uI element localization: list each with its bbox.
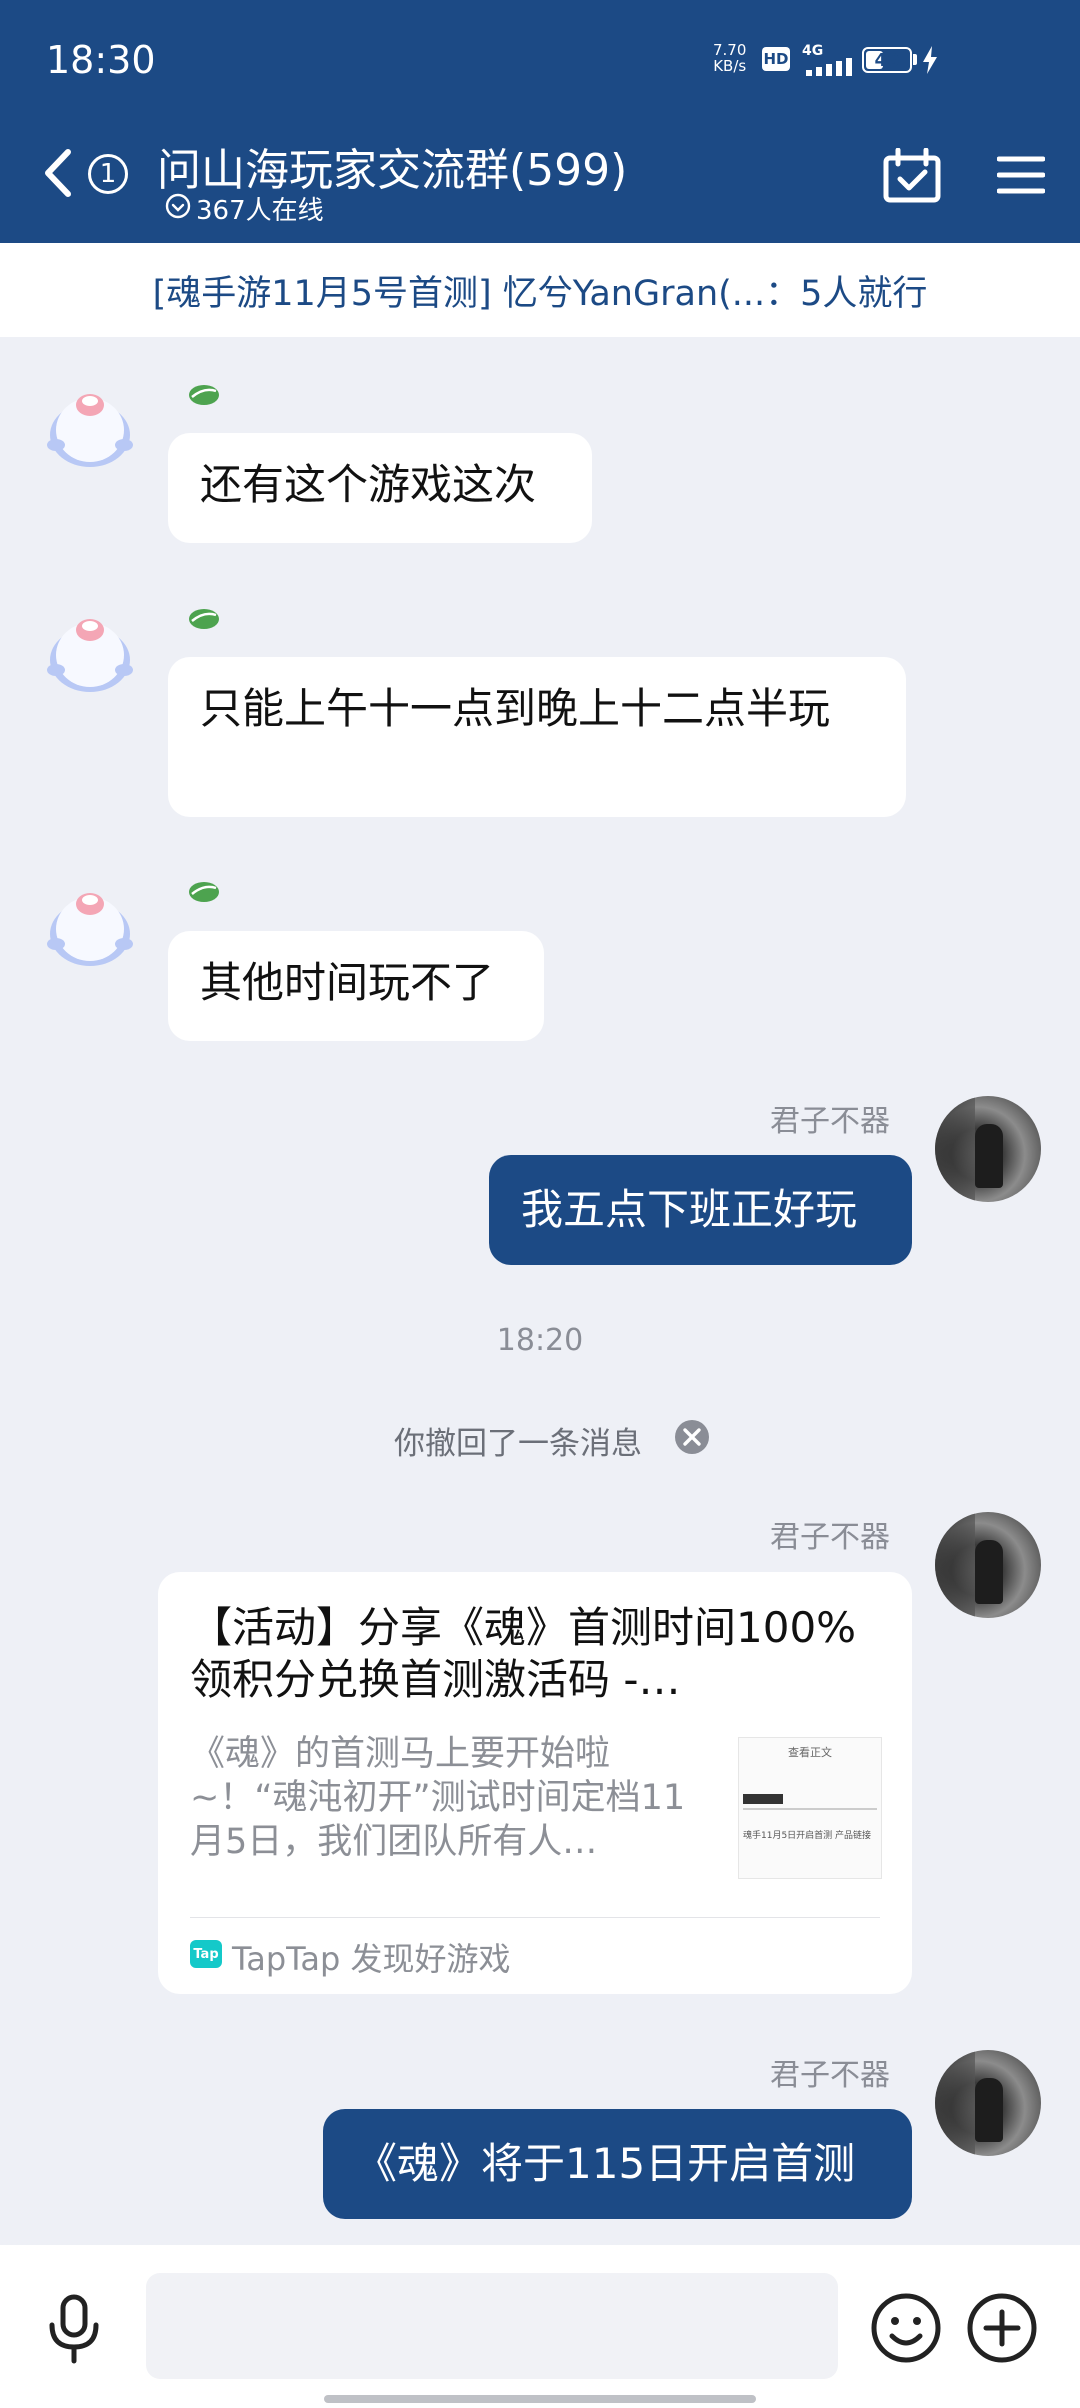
share-card-title: 【活动】分享《魂》首测时间100%领积分兑换首测激活码 -…	[190, 1603, 857, 1704]
message-input[interactable]	[146, 2273, 838, 2379]
home-indicator[interactable]	[324, 2395, 756, 2403]
sender-name: 君子不器	[770, 2058, 890, 2093]
message-bubble[interactable]: 还有这个游戏这次	[168, 433, 592, 543]
level-badge-icon	[189, 609, 219, 629]
announcement-text: [魂手游11月5号首测] 忆兮YanGran(...：5人就行	[152, 273, 928, 314]
title-bar: 18:30 7.70 KB/s HD 4G 40 1 问山海玩家交流群(599)…	[0, 0, 1080, 243]
sender-name: 君子不器	[770, 1104, 890, 1139]
message-bubble[interactable]: 只能上午十一点到晚上十二点半玩	[168, 657, 906, 817]
emoji-icon[interactable]	[870, 2292, 942, 2364]
divider	[190, 1917, 880, 1918]
network-speed: 7.70 KB/s	[713, 41, 747, 75]
taptap-logo-icon: Tap	[190, 1940, 222, 1968]
status-time: 18:30	[46, 38, 156, 82]
hd-icon: HD	[762, 47, 790, 71]
back-icon[interactable]	[40, 146, 76, 200]
level-badge-icon	[189, 882, 219, 902]
share-card-thumbnail: 查看正文 魂手11月5日开启首测 产品链接	[738, 1737, 882, 1879]
avatar[interactable]	[40, 874, 140, 974]
share-card[interactable]: 【活动】分享《魂》首测时间100%领积分兑换首测激活码 -… 《魂》的首测马上要…	[158, 1572, 912, 1994]
level-badge-icon	[189, 385, 219, 405]
microphone-icon[interactable]	[46, 2293, 102, 2365]
my-avatar[interactable]	[935, 1512, 1041, 1618]
sender-name: 君子不器	[770, 1520, 890, 1555]
input-bar	[0, 2245, 1080, 2408]
avatar[interactable]	[40, 375, 140, 475]
menu-icon[interactable]	[997, 155, 1045, 195]
online-count: 367人在线	[196, 196, 324, 226]
share-card-source: TapTap 发现好游戏	[232, 1940, 511, 1978]
signal-icon	[806, 58, 852, 76]
my-message-bubble[interactable]: 我五点下班正好玩	[489, 1155, 912, 1265]
network-type: 4G	[802, 43, 824, 59]
message-bubble[interactable]: 其他时间玩不了	[168, 931, 544, 1041]
pinned-announcement[interactable]: [魂手游11月5号首测] 忆兮YanGran(...：5人就行	[0, 243, 1080, 337]
share-card-description: 《魂》的首测马上要开始啦~！“魂沌初开”测试时间定档11月5日，我们团队所有人…	[190, 1734, 686, 1862]
unread-badge[interactable]: 1	[88, 154, 128, 194]
close-icon[interactable]	[674, 1419, 710, 1455]
chat-title[interactable]: 问山海玩家交流群(599)	[157, 134, 627, 198]
my-message-bubble[interactable]: 《魂》将于115日开启首测	[323, 2109, 912, 2219]
charging-icon	[923, 46, 937, 74]
recall-notice: 你撤回了一条消息	[394, 1426, 642, 1462]
online-icon	[165, 193, 191, 219]
checkin-icon[interactable]	[882, 148, 942, 204]
avatar[interactable]	[40, 600, 140, 700]
battery-icon: 40	[862, 47, 912, 73]
my-avatar[interactable]	[935, 2050, 1041, 2156]
time-divider: 18:20	[496, 1323, 584, 1358]
my-avatar[interactable]	[935, 1096, 1041, 1202]
plus-icon[interactable]	[966, 2292, 1038, 2364]
